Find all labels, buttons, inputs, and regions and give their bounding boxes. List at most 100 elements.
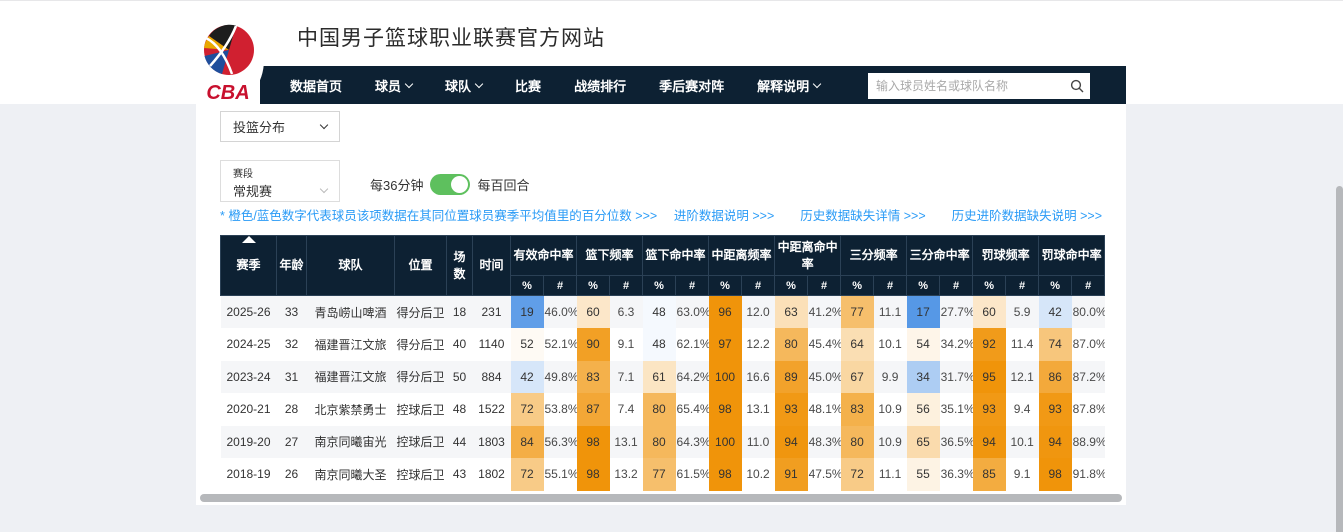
cell-position: 控球后卫 — [395, 393, 447, 426]
percentile-cell: 93 — [973, 393, 1006, 426]
cell-games: 50 — [447, 361, 473, 394]
nav-item-matches[interactable]: 比赛 — [515, 76, 541, 95]
percentile-cell: 83 — [841, 393, 874, 426]
sort-indicator-icon — [242, 236, 256, 243]
stats-table: 赛季年龄球队位置场数时间有效命中率篮下频率篮下命中率中距离频率中距离命中率三分频… — [220, 235, 1105, 491]
subcolumn-header[interactable]: # — [1072, 276, 1105, 296]
nav-item-label: 数据首页 — [290, 76, 342, 95]
rate-mode-switch[interactable] — [430, 174, 470, 195]
stat-group-header[interactable]: 三分命中率 — [907, 236, 973, 276]
percentile-cell: 84 — [511, 426, 544, 459]
cell-team: 北京紫禁勇士 — [307, 393, 395, 426]
subcolumn-header[interactable]: % — [643, 276, 676, 296]
percentile-cell: 17 — [907, 296, 940, 329]
percentile-cell: 54 — [907, 328, 940, 361]
stat-group-header[interactable]: 中距离频率 — [709, 236, 775, 276]
subcolumn-header[interactable]: # — [1006, 276, 1039, 296]
subcolumn-header[interactable]: # — [874, 276, 907, 296]
stat-value-cell: 49.8% — [544, 361, 577, 394]
subcolumn-header[interactable]: % — [709, 276, 742, 296]
nav-item-teams[interactable]: 球队 — [445, 76, 482, 95]
table-row: 2024-2532福建晋江文旅得分后卫4011405252.1%909.1486… — [221, 328, 1105, 361]
cell-team: 青岛崂山啤酒 — [307, 296, 395, 329]
nav-item-standings[interactable]: 战绩排行 — [574, 76, 626, 95]
subcolumn-header[interactable]: # — [676, 276, 709, 296]
column-header-season[interactable]: 赛季 — [221, 236, 277, 296]
cell-season: 2018-19 — [221, 458, 277, 491]
subcolumn-header[interactable]: % — [775, 276, 808, 296]
nav-item-label: 解释说明 — [757, 76, 809, 95]
stat-group-header[interactable]: 罚球命中率 — [1039, 236, 1105, 276]
percentile-cell: 83 — [577, 361, 610, 394]
nav-item-glossary[interactable]: 解释说明 — [757, 76, 820, 95]
stat-type-select[interactable]: 投篮分布 — [220, 111, 340, 142]
table-row: 2018-1926南京同曦大圣控球后卫4318027255.1%9813.277… — [221, 458, 1105, 491]
column-header-age[interactable]: 年龄 — [277, 236, 307, 296]
stat-value-cell: 91.8% — [1072, 458, 1105, 491]
cba-logo[interactable]: CBA — [192, 16, 264, 104]
stat-value-cell: 27.7% — [940, 296, 973, 329]
stat-value-cell: 12.1 — [1006, 361, 1039, 394]
stat-value-cell: 64.3% — [676, 426, 709, 459]
horizontal-scrollbar-thumb[interactable] — [200, 494, 1122, 502]
link-advanced-stats-info[interactable]: 进阶数据说明 >>> — [674, 205, 774, 224]
link-history-advanced-missing-info[interactable]: 历史进阶数据缺失说明 >>> — [952, 205, 1102, 224]
stat-group-header[interactable]: 罚球频率 — [973, 236, 1039, 276]
phase-select[interactable]: 赛段 常规赛 — [220, 160, 340, 202]
percentile-cell: 98 — [709, 393, 742, 426]
stat-value-cell: 10.1 — [1006, 426, 1039, 459]
search-box — [868, 73, 1090, 99]
percentile-cell: 77 — [841, 296, 874, 329]
search-icon[interactable] — [1064, 73, 1090, 99]
nav-item-players[interactable]: 球员 — [375, 76, 412, 95]
percentile-cell: 98 — [709, 458, 742, 491]
percentile-cell: 77 — [643, 458, 676, 491]
percentile-cell: 72 — [511, 393, 544, 426]
cell-season: 2025-26 — [221, 296, 277, 329]
stat-group-header[interactable]: 篮下命中率 — [643, 236, 709, 276]
subcolumn-header[interactable]: % — [907, 276, 940, 296]
subcolumn-header[interactable]: # — [544, 276, 577, 296]
stat-group-header[interactable]: 中距离命中率 — [775, 236, 841, 276]
stat-value-cell: 7.1 — [610, 361, 643, 394]
stat-value-cell: 11.1 — [874, 458, 907, 491]
cell-position: 得分后卫 — [395, 328, 447, 361]
cell-games: 48 — [447, 393, 473, 426]
chevron-down-icon — [320, 120, 328, 128]
percentile-cell: 90 — [577, 328, 610, 361]
percentile-cell: 61 — [643, 361, 676, 394]
percentile-cell: 60 — [577, 296, 610, 329]
cba-logo-graphic: CBA — [192, 16, 264, 104]
percentile-cell: 93 — [775, 393, 808, 426]
vertical-scrollbar-thumb[interactable] — [1336, 186, 1343, 532]
subcolumn-header[interactable]: # — [610, 276, 643, 296]
subcolumn-header[interactable]: # — [742, 276, 775, 296]
stat-value-cell: 13.2 — [610, 458, 643, 491]
stat-group-header[interactable]: 有效命中率 — [511, 236, 577, 276]
stat-value-cell: 63.0% — [676, 296, 709, 329]
percentile-cell: 100 — [709, 361, 742, 394]
table-row: 2020-2128北京紫禁勇士控球后卫4815227253.8%877.4806… — [221, 393, 1105, 426]
subcolumn-header[interactable]: % — [973, 276, 1006, 296]
stat-value-cell: 9.4 — [1006, 393, 1039, 426]
subcolumn-header[interactable]: % — [1039, 276, 1072, 296]
percentile-cell: 92 — [973, 328, 1006, 361]
subcolumn-header[interactable]: % — [841, 276, 874, 296]
nav-item-playoff-bracket[interactable]: 季后赛对阵 — [659, 76, 724, 95]
column-header-team[interactable]: 球队 — [307, 236, 395, 296]
cell-position: 得分后卫 — [395, 361, 447, 394]
percentile-cell: 96 — [709, 296, 742, 329]
subcolumn-header[interactable]: # — [808, 276, 841, 296]
search-input[interactable] — [868, 79, 1064, 93]
stat-group-header[interactable]: 三分频率 — [841, 236, 907, 276]
nav-item-data-home[interactable]: 数据首页 — [290, 76, 342, 95]
cell-minutes: 1522 — [473, 393, 511, 426]
subcolumn-header[interactable]: % — [577, 276, 610, 296]
column-header-games[interactable]: 场数 — [447, 236, 473, 296]
stat-group-header[interactable]: 篮下频率 — [577, 236, 643, 276]
link-history-data-missing-details[interactable]: 历史数据缺失详情 >>> — [800, 205, 925, 224]
subcolumn-header[interactable]: % — [511, 276, 544, 296]
column-header-minutes[interactable]: 时间 — [473, 236, 511, 296]
subcolumn-header[interactable]: # — [940, 276, 973, 296]
column-header-position[interactable]: 位置 — [395, 236, 447, 296]
